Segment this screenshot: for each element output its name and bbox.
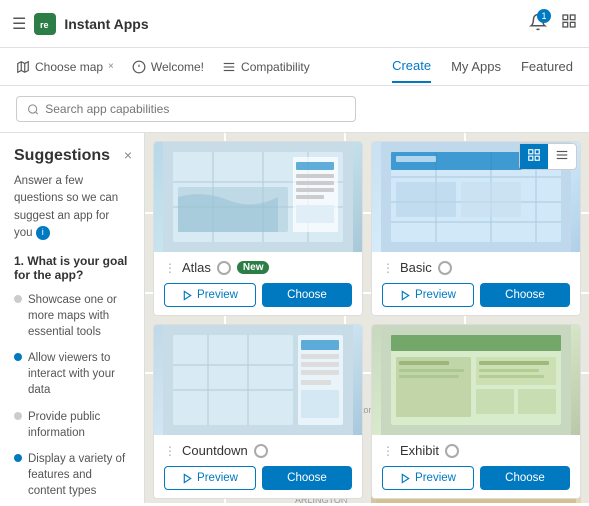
grid-icon[interactable] [561, 13, 577, 34]
countdown-choose-button[interactable]: Choose [262, 466, 352, 490]
atlas-name: Atlas [182, 260, 211, 275]
top-nav-tabs: Create My Apps Featured [392, 50, 573, 83]
main-layout: × Suggestions Answer a few questions so … [0, 133, 589, 503]
svg-text:re: re [40, 20, 49, 30]
card-countdown-footer: ⋮ Countdown Preview Choose [154, 435, 362, 498]
card-exhibit-title-row: ⋮ Exhibit [382, 443, 570, 458]
card-exhibit-actions: Preview Choose [382, 466, 570, 490]
card-exhibit-thumbnail [372, 325, 580, 435]
card-countdown-title-row: ⋮ Countdown [164, 443, 352, 458]
header: ☰ re Instant Apps 1 [0, 0, 589, 48]
notification-badge: 1 [537, 9, 551, 23]
welcome-label: Welcome! [151, 60, 204, 74]
app-logo: re [34, 13, 56, 35]
option-dot-2 [14, 412, 22, 420]
option-text-0: Showcase one or more maps with essential… [28, 292, 130, 340]
search-input[interactable] [45, 102, 345, 116]
top-nav: Choose map × Welcome! Compatibility Crea… [0, 48, 589, 86]
tab-my-apps[interactable]: My Apps [451, 51, 501, 82]
card-atlas-title-row: ⋮ Atlas New [164, 260, 352, 275]
card-countdown: ⋮ Countdown Preview Choose [153, 324, 363, 499]
card-exhibit: ⋮ Exhibit Preview Choose [371, 324, 581, 499]
exhibit-name: Exhibit [400, 443, 439, 458]
sidebar-close-button[interactable]: × [124, 147, 132, 163]
sidebar-option-1[interactable]: Allow viewers to interact with your data [14, 350, 130, 398]
basic-name: Basic [400, 260, 432, 275]
exhibit-preview-button[interactable]: Preview [382, 466, 474, 490]
content-area: Damascus Germantown HOWARD Maryland City… [145, 133, 589, 503]
choose-map-nav-item[interactable]: Choose map × [16, 60, 114, 74]
countdown-radio[interactable] [254, 444, 268, 458]
view-toggle [519, 143, 577, 170]
card-atlas-thumbnail [154, 142, 362, 252]
countdown-preview-button[interactable]: Preview [164, 466, 256, 490]
info-icon[interactable]: i [36, 226, 50, 240]
sidebar: × Suggestions Answer a few questions so … [0, 133, 145, 503]
compatibility-label: Compatibility [241, 60, 310, 74]
search-icon [27, 103, 39, 116]
search-bar [16, 96, 356, 122]
header-left: ☰ re Instant Apps [12, 13, 149, 35]
card-basic-title-row: ⋮ Basic [382, 260, 570, 275]
card-atlas-footer: ⋮ Atlas New Preview Choose [154, 252, 362, 315]
atlas-radio[interactable] [217, 261, 231, 275]
sidebar-option-2[interactable]: Provide public information [14, 409, 130, 441]
basic-radio[interactable] [438, 261, 452, 275]
atlas-new-badge: New [237, 261, 270, 274]
option-text-1: Allow viewers to interact with your data [28, 350, 130, 398]
exhibit-choose-button[interactable]: Choose [480, 466, 570, 490]
card-basic-footer: ⋮ Basic Preview Choose [372, 252, 580, 315]
exhibit-radio[interactable] [445, 444, 459, 458]
welcome-nav-item[interactable]: Welcome! [132, 60, 204, 74]
sidebar-title: Suggestions [14, 147, 130, 165]
drag-handle-exhibit[interactable]: ⋮ [382, 444, 394, 458]
sidebar-option-0[interactable]: Showcase one or more maps with essential… [14, 292, 130, 340]
card-countdown-thumbnail [154, 325, 362, 435]
menu-icon[interactable]: ☰ [12, 14, 26, 34]
cards-grid: ⋮ Atlas New Preview Choose [153, 141, 581, 499]
tab-featured[interactable]: Featured [521, 51, 573, 82]
choose-map-close[interactable]: × [108, 61, 114, 72]
card-exhibit-footer: ⋮ Exhibit Preview Choose [372, 435, 580, 498]
basic-choose-button[interactable]: Choose [480, 283, 570, 307]
basic-preview-button[interactable]: Preview [382, 283, 474, 307]
drag-handle-atlas[interactable]: ⋮ [164, 261, 176, 275]
compatibility-nav-item[interactable]: Compatibility [222, 60, 310, 74]
drag-handle-countdown[interactable]: ⋮ [164, 444, 176, 458]
option-dot-3 [14, 454, 22, 462]
option-text-2: Provide public information [28, 409, 130, 441]
sidebar-question: 1. What is your goal for the app? [14, 254, 130, 282]
notification-icon[interactable]: 1 [529, 13, 547, 34]
option-text-3: Display a variety of features and conten… [28, 451, 130, 499]
card-countdown-actions: Preview Choose [164, 466, 352, 490]
sidebar-option-3[interactable]: Display a variety of features and conten… [14, 451, 130, 499]
sidebar-description: Answer a few questions so we can suggest… [14, 173, 130, 242]
top-nav-items: Choose map × Welcome! Compatibility [16, 60, 392, 74]
choose-map-label: Choose map [35, 60, 103, 74]
countdown-name: Countdown [182, 443, 248, 458]
header-right: 1 [529, 13, 577, 34]
option-dot-0 [14, 295, 22, 303]
tab-create[interactable]: Create [392, 50, 431, 83]
card-basic-actions: Preview Choose [382, 283, 570, 307]
grid-view-button[interactable] [520, 144, 548, 169]
list-view-button[interactable] [548, 144, 576, 169]
option-dot-1 [14, 353, 22, 361]
search-bar-row [0, 86, 589, 133]
app-title: Instant Apps [64, 16, 148, 32]
card-atlas: ⋮ Atlas New Preview Choose [153, 141, 363, 316]
card-atlas-actions: Preview Choose [164, 283, 352, 307]
atlas-preview-button[interactable]: Preview [164, 283, 256, 307]
atlas-choose-button[interactable]: Choose [262, 283, 352, 307]
drag-handle-basic[interactable]: ⋮ [382, 261, 394, 275]
